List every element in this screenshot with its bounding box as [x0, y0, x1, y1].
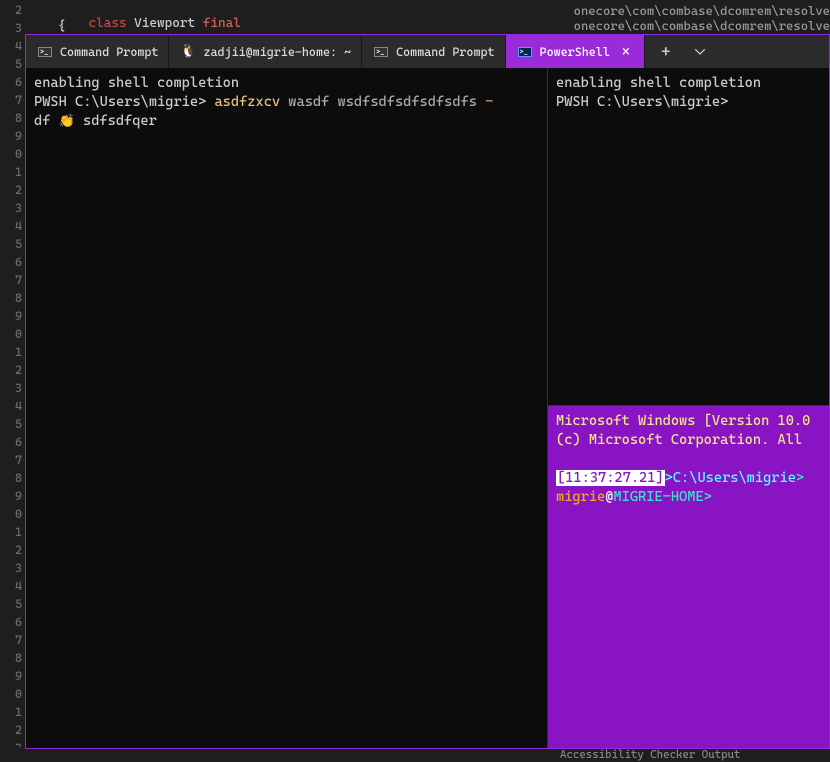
output-line: enabling shell completion	[34, 75, 239, 91]
code-line-brace: {	[58, 19, 66, 34]
tux-icon: 🐧	[181, 45, 195, 59]
tab-label: zadjii@migrie-home: ~	[203, 45, 351, 59]
tab-dropdown-button[interactable]	[685, 37, 715, 67]
cmd-icon: >_	[374, 45, 388, 59]
close-icon[interactable]: ×	[618, 44, 634, 60]
status-bar-background: Accessibility Checker Output	[0, 747, 830, 762]
chevron-down-icon	[695, 49, 705, 55]
copyright-line: (c) Microsoft Corporation. All	[556, 432, 810, 448]
pane-right-column: enabling shell completion PWSH C:\Users\…	[548, 68, 829, 748]
keyword-class: class	[88, 16, 126, 31]
tab-cmd-2[interactable]: >_ Command Prompt	[362, 35, 505, 68]
debug-log-line: onecore\com\combase\dcomrem\resolve	[574, 18, 830, 33]
tab-powershell[interactable]: >_ PowerShell ×	[506, 35, 645, 68]
line-number-gutter: 23456789 01234567 89012345 67890123 4567…	[0, 0, 22, 757]
keyword-final: final	[203, 16, 241, 31]
terminal-panes: enabling shell completion PWSH C:\Users\…	[26, 68, 829, 748]
tab-label: Command Prompt	[60, 45, 158, 59]
class-name: Viewport	[127, 16, 203, 31]
powershell-icon: >_	[518, 45, 532, 59]
output-line: enabling shell completion	[556, 75, 761, 91]
prompt-sep: >	[665, 470, 673, 486]
tab-label: Command Prompt	[396, 45, 494, 59]
debug-log-line: onecore\com\combase\dcomrem\resolve	[574, 3, 830, 18]
command-args: wasdf wsdfsdfsdfsdfsdfs	[280, 94, 485, 110]
pane-right-top[interactable]: enabling shell completion PWSH C:\Users\…	[548, 68, 829, 405]
prompt: PWSH C:\Users\migrie>	[556, 94, 728, 110]
version-line: Microsoft Windows [Version 10.0	[556, 413, 810, 429]
tab-bar: >_ Command Prompt 🐧 zadjii@migrie-home: …	[26, 35, 829, 68]
pane-left[interactable]: enabling shell completion PWSH C:\Users\…	[26, 68, 548, 748]
output-text: df	[34, 113, 59, 129]
terminal-window: >_ Command Prompt 🐧 zadjii@migrie-home: …	[25, 34, 830, 749]
prompt: PWSH C:\Users\migrie>	[34, 94, 214, 110]
username: migrie	[556, 489, 605, 505]
current-path: C:\Users\migrie	[673, 470, 796, 486]
prompt-sep: >	[796, 470, 804, 486]
emoji-icon: 👏	[59, 114, 75, 129]
tab-label: PowerShell	[540, 45, 610, 59]
tab-controls: +	[645, 35, 721, 68]
cmd-icon: >_	[38, 45, 52, 59]
pane-right-bottom[interactable]: Microsoft Windows [Version 10.0 (c) Micr…	[548, 405, 829, 748]
tab-cmd-1[interactable]: >_ Command Prompt	[26, 35, 169, 68]
timestamp: [11:37:27.21]	[556, 470, 665, 486]
command-text: asdfzxcv	[214, 94, 280, 110]
dash: -	[485, 94, 493, 110]
hostname: MIGRIE-HOME	[613, 489, 703, 505]
output-text: sdfsdfqer	[75, 113, 157, 129]
tab-wsl[interactable]: 🐧 zadjii@migrie-home: ~	[169, 35, 362, 68]
prompt-sep: >	[704, 489, 712, 505]
new-tab-button[interactable]: +	[651, 37, 681, 67]
